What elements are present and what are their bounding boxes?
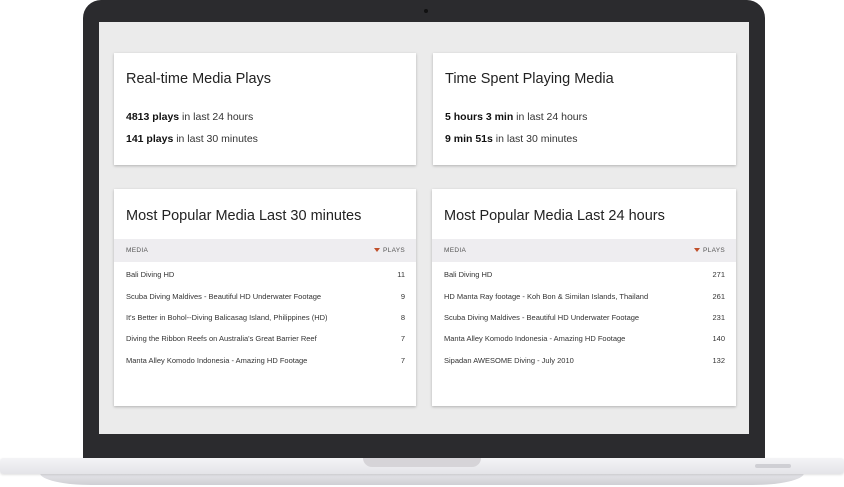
play-count: 261 — [712, 292, 725, 301]
table-row[interactable]: It's Better in Bohol--Diving Balicasag I… — [114, 306, 416, 327]
media-title: HD Manta Ray footage - Koh Bon & Similan… — [444, 292, 649, 301]
play-count: 140 — [712, 334, 725, 343]
stat-value: 5 hours 3 min — [445, 111, 514, 123]
table-row[interactable]: HD Manta Ray footage - Koh Bon & Similan… — [432, 285, 736, 306]
play-count: 7 — [400, 356, 405, 365]
play-count: 132 — [712, 356, 725, 365]
laptop-base-underside — [40, 473, 804, 485]
media-title: It's Better in Bohol--Diving Balicasag I… — [126, 313, 328, 322]
stat-label: in last 24 hours — [179, 111, 254, 123]
card-title: Most Popular Media Last 24 hours — [444, 208, 665, 224]
stat-30m: 9 min 51s in last 30 minutes — [445, 133, 578, 145]
media-title: Scuba Diving Maldives - Beautiful HD Und… — [126, 292, 322, 301]
table-row[interactable]: Bali Diving HD 271 — [432, 263, 736, 284]
laptop-base-highlight — [755, 464, 791, 468]
column-header-media[interactable]: MEDIA — [444, 247, 466, 254]
stat-24h: 4813 plays in last 24 hours — [126, 111, 253, 123]
sort-desc-arrow-icon — [374, 248, 381, 252]
sort-desc-arrow-icon — [694, 248, 701, 252]
column-header-plays[interactable]: PLAYS — [374, 247, 405, 254]
media-title: Bali Diving HD — [444, 270, 493, 279]
play-count: 11 — [397, 270, 405, 279]
camera-icon — [424, 9, 428, 13]
table-row[interactable]: Sipadan AWESOME Diving - July 2010 132 — [432, 349, 736, 370]
media-title: Bali Diving HD — [126, 270, 175, 279]
play-count: 271 — [712, 270, 725, 279]
table-row[interactable]: Manta Alley Komodo Indonesia - Amazing H… — [114, 349, 416, 370]
media-title: Scuba Diving Maldives - Beautiful HD Und… — [444, 313, 640, 322]
media-title: Diving the Ribbon Reefs on Australia's G… — [126, 334, 317, 343]
popular-30min-card: Most Popular Media Last 30 minutes MEDIA… — [114, 189, 416, 406]
stat-24h: 5 hours 3 min in last 24 hours — [445, 111, 587, 123]
laptop-base — [0, 458, 844, 486]
stat-value: 141 plays — [126, 133, 174, 145]
play-count: 9 — [400, 292, 405, 301]
table-row[interactable]: Scuba Diving Maldives - Beautiful HD Und… — [432, 306, 736, 327]
table-row[interactable]: Bali Diving HD 11 — [114, 263, 416, 284]
card-title: Most Popular Media Last 30 minutes — [126, 208, 362, 224]
time-spent-card: Time Spent Playing Media 5 hours 3 min i… — [433, 53, 736, 165]
laptop-screen: Real-time Media Plays 4813 plays in last… — [99, 22, 749, 434]
stat-value: 4813 plays — [126, 111, 180, 123]
table-row[interactable]: Manta Alley Komodo Indonesia - Amazing H… — [432, 327, 736, 348]
media-title: Manta Alley Komodo Indonesia - Amazing H… — [444, 334, 626, 343]
stat-30m: 141 plays in last 30 minutes — [126, 133, 258, 145]
popular-24h-card: Most Popular Media Last 24 hours MEDIA P… — [432, 189, 736, 406]
stat-label: in last 30 minutes — [492, 133, 578, 145]
column-header-media[interactable]: MEDIA — [126, 247, 148, 254]
card-title: Time Spent Playing Media — [445, 71, 614, 87]
play-count: 8 — [400, 313, 405, 322]
column-header-plays[interactable]: PLAYS — [694, 247, 725, 254]
table-header: MEDIA PLAYS — [114, 239, 416, 262]
table-row[interactable]: Diving the Ribbon Reefs on Australia's G… — [114, 327, 416, 348]
stat-value: 9 min 51s — [445, 133, 493, 145]
column-header-plays-label: PLAYS — [383, 247, 405, 254]
column-header-plays-label: PLAYS — [703, 247, 725, 254]
play-count: 7 — [400, 334, 405, 343]
laptop-opening-notch — [363, 458, 481, 467]
media-title: Manta Alley Komodo Indonesia - Amazing H… — [126, 356, 308, 365]
stat-label: in last 24 hours — [513, 111, 588, 123]
card-title: Real-time Media Plays — [126, 71, 272, 87]
table-header: MEDIA PLAYS — [432, 239, 736, 262]
play-count: 231 — [712, 313, 725, 322]
stat-label: in last 30 minutes — [173, 133, 258, 145]
realtime-plays-card: Real-time Media Plays 4813 plays in last… — [114, 53, 416, 165]
table-row[interactable]: Scuba Diving Maldives - Beautiful HD Und… — [114, 285, 416, 306]
media-title: Sipadan AWESOME Diving - July 2010 — [444, 356, 574, 365]
